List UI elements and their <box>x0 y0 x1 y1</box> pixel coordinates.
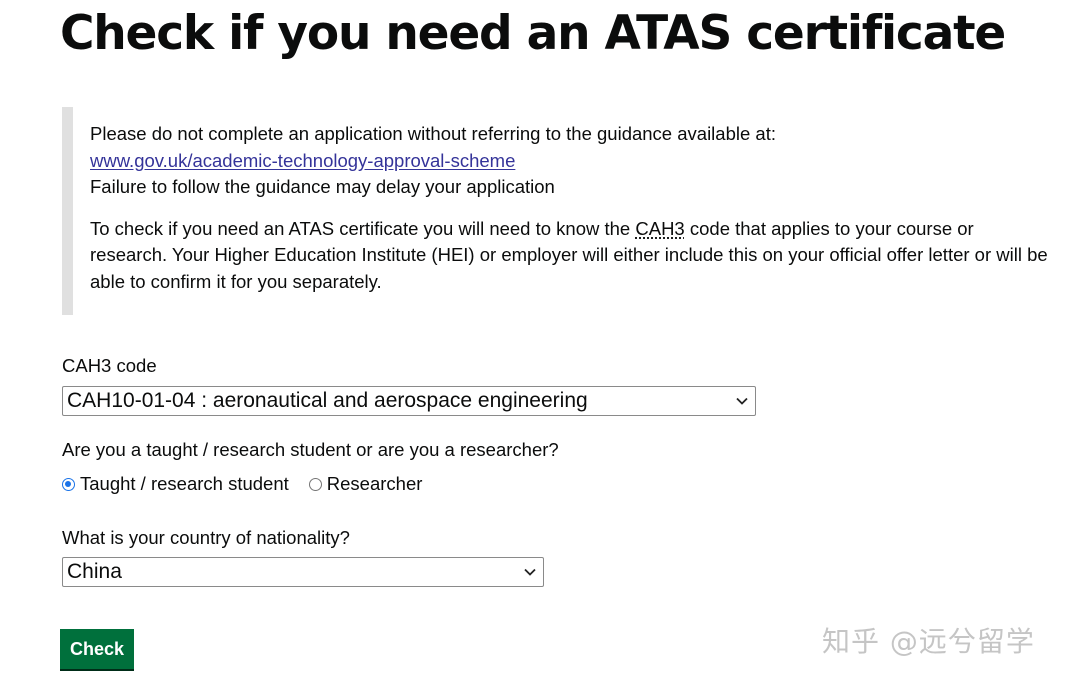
page-title: Check if you need an ATAS certificate <box>60 6 1006 61</box>
watermark: 知乎 @远兮留学 <box>822 625 1035 658</box>
guidance-intro: Please do not complete an application wi… <box>90 123 776 144</box>
nationality-selected-value: China <box>67 560 122 583</box>
guidance-paragraph: Please do not complete an application wi… <box>90 121 1052 201</box>
chevron-down-icon <box>523 565 537 579</box>
radio-label: Researcher <box>326 473 423 494</box>
radio-button-checked[interactable] <box>62 477 75 491</box>
cah3-selected-value: CAH10-01-04 : aeronautical and aerospace… <box>67 389 588 412</box>
radio-taught-research-student[interactable]: Taught / research student <box>62 473 289 495</box>
student-status-radio-group: Taught / research student Researcher <box>62 473 422 495</box>
cah3-code-label: CAH3 code <box>62 355 157 376</box>
guidance-inset: Please do not complete an application wi… <box>62 107 1052 315</box>
guidance-link[interactable]: www.gov.uk/academic-technology-approval-… <box>90 150 515 171</box>
radio-button-unchecked[interactable] <box>308 477 322 491</box>
check-button[interactable]: Check <box>60 629 134 669</box>
nationality-label: What is your country of nationality? <box>62 527 350 548</box>
explanation-text-start: To check if you need an ATAS certificate… <box>90 217 636 239</box>
radio-label: Taught / research student <box>80 473 289 494</box>
chevron-down-icon <box>735 394 749 408</box>
radio-researcher[interactable]: Researcher <box>308 473 423 495</box>
cah3-abbreviation[interactable]: CAH3 <box>635 218 684 239</box>
cah3-code-select[interactable]: CAH10-01-04 : aeronautical and aerospace… <box>62 386 756 416</box>
atas-check-page: Check if you need an ATAS certificate Pl… <box>0 0 1080 685</box>
nationality-select[interactable]: China <box>62 557 544 587</box>
cah3-explanation: To check if you need an ATAS certificate… <box>90 216 1052 296</box>
student-status-question: Are you a taught / research student or a… <box>62 439 559 460</box>
guidance-warning: Failure to follow the guidance may delay… <box>90 176 555 197</box>
